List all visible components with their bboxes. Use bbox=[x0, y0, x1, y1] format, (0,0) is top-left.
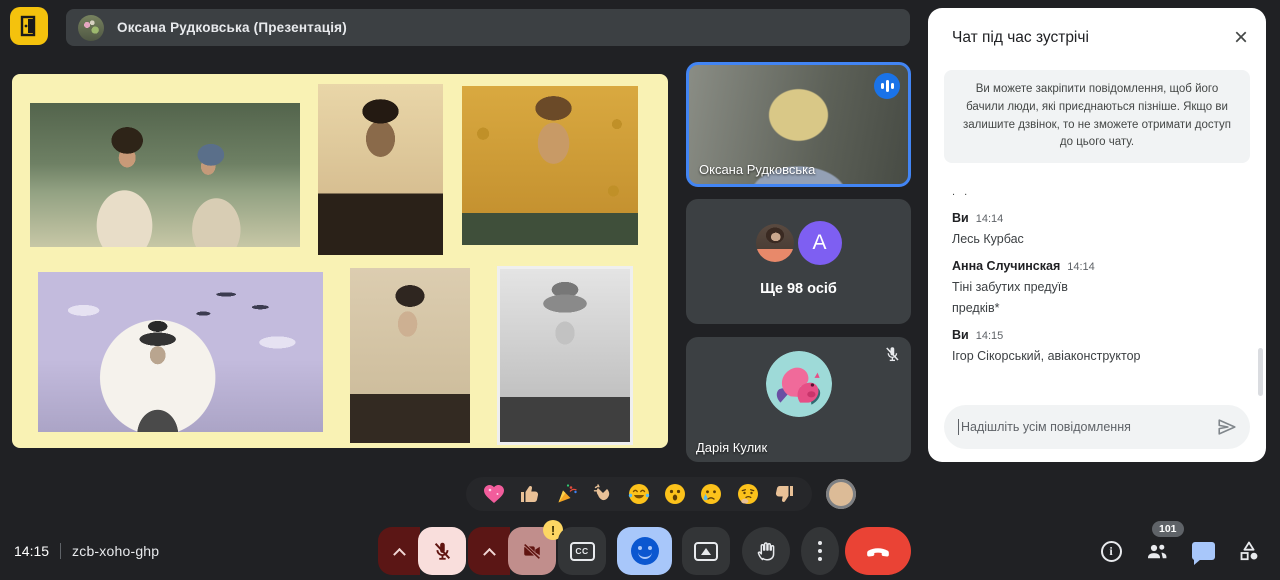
participants-icon bbox=[1145, 539, 1169, 563]
door-exit-icon bbox=[19, 15, 39, 37]
participants-button[interactable] bbox=[1145, 539, 1169, 563]
message-author: Ви bbox=[952, 328, 969, 342]
chat-panel: Чат під час зустрічі × Ви можете закріпи… bbox=[928, 8, 1266, 462]
message-author: Ви bbox=[952, 211, 969, 225]
more-options-icon bbox=[818, 541, 822, 561]
message-text: Лесь Курбас bbox=[952, 232, 1242, 246]
meet-window: Оксана Рудковська (Презентація) Оксана Р… bbox=[0, 0, 1280, 580]
chevron-up-icon bbox=[393, 547, 406, 560]
thinking-face-emoji[interactable] bbox=[736, 482, 760, 506]
participant-name: Дарія Кулик bbox=[696, 440, 767, 455]
speaker-video-tile[interactable]: Оксана Рудковська bbox=[686, 62, 911, 187]
reactions-button[interactable] bbox=[617, 527, 672, 575]
camera-options-chevron[interactable] bbox=[468, 527, 510, 575]
activities-icon bbox=[1237, 539, 1261, 563]
presentation-title: Оксана Рудковська (Презентація) bbox=[117, 20, 347, 35]
laughing-tears-emoji[interactable] bbox=[627, 482, 651, 506]
chat-message: Ви 14:15 Ігор Сікорський, авіаконструктор bbox=[952, 328, 1242, 363]
message-text: Тіні забутих предуїв bbox=[952, 280, 1242, 294]
slide-photo-sepia-woman bbox=[350, 268, 470, 443]
message-author: Анна Случинская bbox=[952, 259, 1060, 273]
camera-off-icon bbox=[521, 540, 543, 562]
chat-icon bbox=[1192, 542, 1215, 560]
chat-scrollbar[interactable] bbox=[1258, 348, 1263, 396]
chevron-up-icon bbox=[483, 547, 496, 560]
crying-face-emoji[interactable] bbox=[699, 482, 723, 506]
chat-message: Анна Случинская 14:14 Тіні забутих предуї… bbox=[952, 259, 1242, 315]
participant-tile-daria[interactable]: Дарія Кулик bbox=[686, 337, 911, 462]
message-text: Ігор Сікорський, авіаконструктор bbox=[952, 349, 1242, 363]
captions-icon: CC bbox=[570, 542, 595, 561]
thumbs-up-emoji[interactable] bbox=[518, 482, 542, 506]
info-icon: i bbox=[1101, 541, 1122, 562]
chat-title: Чат під час зустрічі bbox=[952, 29, 1089, 47]
message-time: 14:14 bbox=[1067, 261, 1095, 273]
send-icon[interactable] bbox=[1216, 416, 1238, 438]
presentation-title-bar[interactable]: Оксана Рудковська (Презентація) bbox=[66, 9, 910, 46]
info-button[interactable]: i bbox=[1099, 539, 1123, 563]
close-icon[interactable]: × bbox=[1234, 28, 1248, 48]
captions-button[interactable]: CC bbox=[558, 527, 606, 575]
camera-control: ! bbox=[468, 527, 556, 575]
participants-count-badge: 101 bbox=[1152, 521, 1184, 537]
message-time: 14:15 bbox=[976, 330, 1004, 342]
presenter-avatar bbox=[78, 15, 104, 41]
slide-photo-folk-couple bbox=[30, 103, 300, 247]
participant-photo-avatar bbox=[756, 224, 794, 262]
mic-off-icon bbox=[431, 540, 453, 562]
end-call-icon bbox=[865, 538, 891, 564]
message-time: 14:14 bbox=[976, 213, 1004, 225]
slide-photo-sepia-man bbox=[318, 84, 443, 255]
raise-hand-button[interactable] bbox=[742, 527, 790, 575]
mic-options-chevron[interactable] bbox=[378, 527, 420, 575]
text-caret bbox=[958, 419, 959, 435]
app-logo-door-icon[interactable] bbox=[10, 7, 48, 45]
skin-tone-selector[interactable] bbox=[826, 479, 856, 509]
sparkling-heart-emoji[interactable] bbox=[482, 482, 506, 506]
chat-input-container bbox=[944, 405, 1250, 449]
shared-presentation-slide bbox=[12, 74, 668, 448]
reactions-bar bbox=[466, 477, 812, 511]
meeting-code: zcb-xoho-ghp bbox=[72, 543, 159, 559]
thumbs-down-emoji[interactable] bbox=[772, 482, 796, 506]
slide-photo-aviator bbox=[38, 272, 323, 432]
chat-message-list: . . Ви 14:14 Лесь Курбас Анна Случинская 1… bbox=[928, 163, 1266, 363]
meeting-status: 14:15 zcb-xoho-ghp bbox=[14, 543, 159, 559]
present-screen-icon bbox=[694, 542, 718, 561]
chat-message: . . bbox=[952, 186, 1242, 198]
slide-photo-golden-portrait bbox=[462, 86, 638, 245]
mic-off-icon bbox=[883, 345, 901, 368]
mic-mute-button[interactable] bbox=[418, 527, 466, 575]
reactions-smiley-icon bbox=[631, 537, 659, 565]
more-participants-label: Ще 98 осіб bbox=[686, 281, 911, 297]
more-participants-tile[interactable]: A Ще 98 осіб bbox=[686, 199, 911, 324]
camera-off-button[interactable]: ! bbox=[508, 527, 556, 575]
panel-buttons: i bbox=[1099, 539, 1261, 563]
end-call-button[interactable] bbox=[845, 527, 911, 575]
chat-message: Ви 14:14 Лесь Курбас bbox=[952, 211, 1242, 246]
chat-message-input[interactable] bbox=[961, 420, 1216, 434]
more-options-button[interactable] bbox=[801, 527, 839, 575]
raise-hand-icon bbox=[754, 539, 778, 563]
speaker-name: Оксана Рудковська bbox=[699, 162, 815, 177]
squirrel-avatar bbox=[766, 351, 832, 417]
present-screen-button[interactable] bbox=[682, 527, 730, 575]
chat-pin-notice: Ви можете закріпити повідомлення, щоб йо… bbox=[944, 70, 1250, 163]
party-popper-emoji[interactable] bbox=[555, 482, 579, 506]
mic-control bbox=[378, 527, 466, 575]
activities-button[interactable] bbox=[1237, 539, 1261, 563]
message-text: предків* bbox=[952, 301, 1242, 315]
divider bbox=[60, 543, 61, 559]
speaking-indicator-icon bbox=[874, 73, 900, 99]
clapping-hands-emoji[interactable] bbox=[591, 482, 615, 506]
slide-photo-man-with-hat bbox=[497, 266, 633, 445]
participant-letter-avatar: A bbox=[798, 221, 842, 265]
chat-toggle-button[interactable] bbox=[1191, 539, 1215, 563]
clock-time: 14:15 bbox=[14, 543, 49, 559]
participant-avatars: A bbox=[686, 221, 911, 265]
surprised-face-emoji[interactable] bbox=[663, 482, 687, 506]
